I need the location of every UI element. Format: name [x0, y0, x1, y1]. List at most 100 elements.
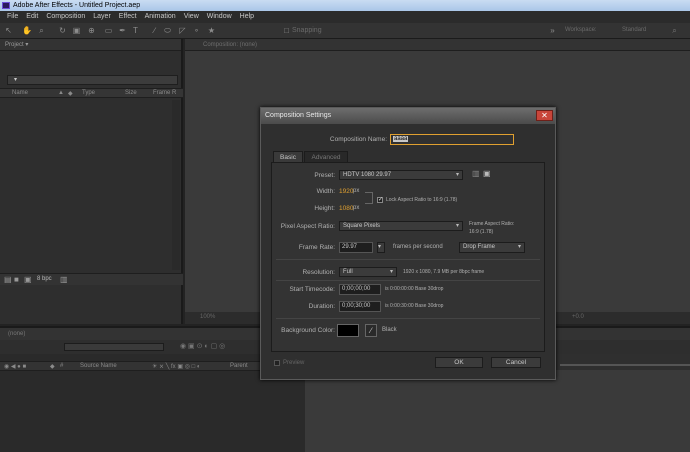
label-column-icon: ◆ — [50, 364, 55, 370]
rotate-tool-icon[interactable]: ↻ — [58, 26, 67, 35]
menu-file[interactable]: File — [3, 11, 22, 23]
project-column-header: Name ▲ ◆ Type Size Frame R — [0, 88, 183, 98]
lock-bracket — [365, 192, 373, 204]
mask-tool-icon[interactable]: ▭ — [104, 26, 113, 35]
workspace-icon: » — [550, 26, 555, 35]
menu-effect[interactable]: Effect — [115, 11, 141, 23]
menu-edit[interactable]: Edit — [22, 11, 42, 23]
menu-window[interactable]: Window — [203, 11, 236, 23]
dialog-title-bar: Composition Settings — [261, 108, 555, 124]
puppet-tool-icon[interactable]: ★ — [207, 26, 216, 35]
search-help-icon[interactable]: ⌕ — [670, 26, 679, 35]
cancel-button[interactable]: Cancel — [491, 357, 541, 368]
lock-aspect-checkbox[interactable]: ✓ — [377, 197, 383, 203]
timeline-switches-icons[interactable]: ◉ ▣ ⊙ ◐ ▢ ◎ — [180, 342, 225, 350]
tab-advanced[interactable]: Advanced — [304, 151, 348, 162]
snapping-checkbox[interactable]: □ — [282, 26, 291, 35]
bit-depth-label[interactable]: 8 bpc — [37, 276, 52, 282]
resolution-info: 1920 x 1080, 7.9 MB per 8bpc frame — [403, 269, 485, 275]
menu-layer[interactable]: Layer — [89, 11, 115, 23]
project-search-dropdown[interactable]: ▾ — [7, 75, 178, 85]
background-color-label: Background Color: — [281, 327, 335, 334]
start-timecode-info: is 0:00:00:00 Base 30drop — [385, 286, 444, 292]
width-value[interactable]: 1920 — [339, 188, 353, 195]
hand-tool-icon[interactable]: ✋ — [22, 26, 32, 35]
timeline-tab-label: (none) — [8, 331, 26, 337]
project-scrollbar[interactable] — [172, 100, 180, 270]
brush-tool-icon[interactable]: ∕ — [150, 26, 159, 35]
exposure-value[interactable]: +0.0 — [572, 314, 584, 320]
frame-rate-value: 29.97 — [342, 244, 358, 250]
frame-aspect-title: Frame Aspect Ratio: — [469, 221, 515, 227]
pixel-aspect-value: Square Pixels — [343, 223, 381, 229]
background-color-swatch[interactable] — [337, 324, 359, 337]
new-composition-icon[interactable]: ▣ — [24, 275, 32, 284]
composition-tab[interactable]: Composition: (none) — [185, 39, 690, 51]
roto-brush-tool-icon[interactable]: ∘ — [192, 26, 201, 35]
window-close-button[interactable] — [672, 0, 690, 11]
column-size[interactable]: Size — [125, 90, 137, 96]
time-navigator[interactable] — [560, 364, 690, 366]
sort-icon: ▲ — [58, 90, 64, 96]
dialog-title: Composition Settings — [265, 112, 332, 119]
clone-tool-icon[interactable]: ⬭ — [163, 26, 172, 35]
selection-tool-icon[interactable]: ↖ — [4, 26, 13, 35]
new-folder-icon[interactable]: ■ — [14, 275, 19, 284]
chevron-down-icon: ▾ — [14, 77, 18, 83]
resolution-value: Full — [343, 269, 353, 275]
column-frame-rate[interactable]: Frame R — [153, 90, 176, 96]
lock-aspect-label: Lock Aspect Ratio to 16:9 (1.78) — [386, 197, 458, 203]
height-value[interactable]: 1080 — [339, 205, 353, 212]
frame-rate-dropdown[interactable] — [377, 242, 385, 253]
hash-column-icon: # — [60, 363, 64, 369]
menu-animation[interactable]: Animation — [141, 11, 180, 23]
project-tab[interactable]: Project ▾ — [0, 39, 181, 51]
timeline-search-input[interactable] — [64, 343, 164, 351]
frame-rate-input[interactable]: 29.97 — [339, 242, 373, 253]
interpret-footage-icon[interactable]: ▤ — [4, 275, 12, 284]
duration-input[interactable]: 0;00;30;00 — [339, 301, 381, 312]
resolution-dropdown[interactable]: Full — [339, 267, 397, 277]
pixel-aspect-dropdown[interactable]: Square Pixels — [339, 221, 463, 231]
pen-tool-icon[interactable]: ✒ — [118, 26, 127, 35]
tab-basic[interactable]: Basic — [273, 151, 303, 162]
minimize-button[interactable] — [636, 0, 654, 11]
zoom-dropdown[interactable]: 100% — [200, 314, 215, 320]
delete-preset-icon[interactable]: ▣ — [483, 169, 491, 178]
menu-help[interactable]: Help — [236, 11, 258, 23]
start-timecode-input[interactable]: 0;00;00;00 — [339, 284, 381, 295]
zoom-tool-icon[interactable]: ⌕ — [37, 26, 46, 35]
duration-label: Duration: — [308, 303, 335, 310]
workspace-dropdown[interactable]: Standard — [622, 27, 646, 33]
menu-composition[interactable]: Composition — [42, 11, 89, 23]
comp-name-value: aaaa — [393, 136, 409, 142]
label-icon: ◆ — [68, 91, 73, 97]
eraser-tool-icon[interactable]: ◸ — [178, 26, 187, 35]
trash-icon[interactable]: ▥ — [60, 275, 68, 284]
preset-dropdown[interactable]: HDTV 1080 29.97 — [339, 170, 463, 180]
height-label: Height: — [314, 205, 335, 212]
divider — [276, 318, 540, 319]
width-unit: px — [353, 188, 360, 194]
menu-view[interactable]: View — [180, 11, 203, 23]
window-title: Adobe After Effects - Untitled Project.a… — [13, 2, 141, 9]
dialog-close-button[interactable]: ✕ — [536, 110, 553, 121]
save-preset-icon[interactable]: ▥ — [472, 169, 480, 178]
type-tool-icon[interactable]: T — [131, 26, 140, 35]
drop-frame-dropdown[interactable]: Drop Frame — [459, 242, 525, 253]
start-timecode-value: 0;00;00;00 — [342, 286, 371, 292]
maximize-button[interactable] — [654, 0, 672, 11]
parent-header[interactable]: Parent — [230, 363, 248, 369]
layer-switches-icons: ☀ ⨯ ╲ fx ▣ ◎ □ ◐ — [152, 364, 201, 370]
comp-name-input[interactable]: aaaa — [390, 134, 514, 145]
camera-tool-icon[interactable]: ▣ — [72, 26, 81, 35]
pan-behind-tool-icon[interactable]: ⊕ — [87, 26, 96, 35]
source-name-header[interactable]: Source Name — [80, 363, 117, 369]
preview-label: Preview — [283, 360, 305, 366]
frame-aspect-value: 16:9 (1.78) — [469, 229, 494, 235]
eyedropper-icon[interactable]: ∕ — [365, 324, 377, 337]
ok-button[interactable]: OK — [435, 357, 483, 368]
column-name[interactable]: Name — [12, 90, 28, 96]
column-type[interactable]: Type — [82, 90, 95, 96]
preview-checkbox[interactable] — [274, 360, 280, 366]
